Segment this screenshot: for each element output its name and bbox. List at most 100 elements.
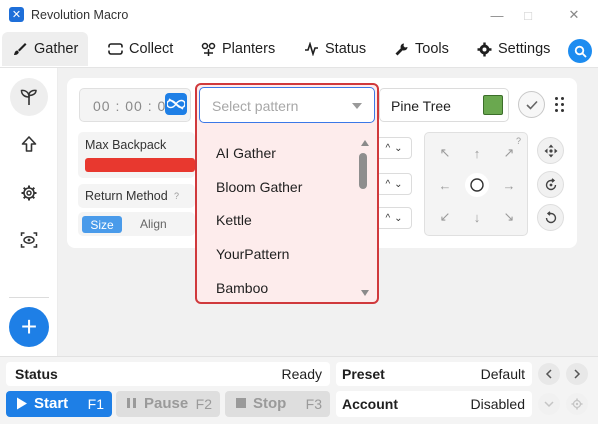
sidebar-item-settings[interactable]: [10, 174, 48, 212]
search-button[interactable]: [568, 39, 592, 63]
sidebar-item-vision[interactable]: [10, 221, 48, 259]
tab-collect[interactable]: Collect: [108, 32, 173, 66]
direction-pad: ? ↖ ↑ ↗ ← → ↙ ↓ ↘: [424, 132, 528, 236]
scroll-up-arrow[interactable]: [361, 140, 369, 146]
arrow-up-right-icon[interactable]: ↗: [501, 145, 517, 161]
chevron-right-icon: [574, 369, 581, 379]
tab-settings[interactable]: Settings: [477, 32, 550, 66]
max-backpack-panel: Max Backpack: [78, 132, 195, 178]
status-row: Status Ready: [6, 362, 330, 386]
stepper-2[interactable]: ^ ⌄: [376, 173, 412, 195]
tab-tools[interactable]: Tools: [394, 32, 449, 66]
pause-button[interactable]: Pause F2: [116, 391, 220, 417]
chevron-down-icon[interactable]: ⌄: [394, 179, 402, 190]
pattern-dropdown: Select pattern AI Gather Bloom Gather Ke…: [195, 83, 379, 304]
pattern-option[interactable]: Bamboo: [216, 280, 268, 296]
account-settings-button[interactable]: [566, 393, 588, 415]
title-bar: ✕ Revolution Macro — □ ✕: [0, 0, 598, 30]
pattern-option[interactable]: AI Gather: [216, 145, 276, 161]
start-button[interactable]: Start F1: [6, 391, 112, 417]
chevron-down-icon[interactable]: ⌄: [394, 143, 402, 154]
preset-prev-button[interactable]: [538, 363, 560, 385]
arrow-up-icon: [21, 136, 37, 152]
return-option-align[interactable]: Align: [140, 217, 167, 231]
stepper-3[interactable]: ^ ⌄: [376, 207, 412, 229]
rotate-ccw-icon: [545, 177, 556, 190]
wrench-icon: [395, 43, 408, 55]
center-button[interactable]: [465, 173, 489, 197]
arrow-up-icon[interactable]: ↑: [469, 145, 485, 161]
arrow-left-icon[interactable]: ←: [437, 177, 453, 193]
return-method-toggle: Size Align: [78, 212, 195, 236]
scroll-down-arrow[interactable]: [361, 290, 369, 296]
stop-button[interactable]: Stop F3: [225, 391, 330, 417]
preset-value[interactable]: Default: [481, 366, 525, 382]
arrow-down-left-icon[interactable]: ↙: [437, 209, 453, 225]
chevron-down-icon[interactable]: ⌄: [394, 213, 402, 224]
tab-label: Planters: [222, 41, 276, 57]
pattern-option[interactable]: YourPattern: [216, 246, 289, 262]
add-button[interactable]: +: [9, 307, 49, 347]
account-dropdown-button[interactable]: [538, 393, 560, 415]
tab-planters[interactable]: Planters: [201, 32, 275, 66]
rotate-right-button[interactable]: [537, 204, 564, 231]
tab-label: Status: [325, 41, 367, 57]
stop-hotkey: F3: [305, 396, 322, 412]
tab-label: Tools: [415, 41, 449, 57]
scrollbar-thumb[interactable]: [359, 153, 367, 189]
chevron-down-icon: [544, 401, 554, 408]
circle-icon: [470, 178, 484, 192]
window-title: Revolution Macro: [31, 8, 129, 22]
infinity-off-icon: [167, 98, 185, 110]
gear-icon: [571, 398, 583, 410]
stepper-1[interactable]: ^ ⌄: [376, 137, 412, 159]
arrow-down-icon[interactable]: ↓: [469, 209, 485, 225]
start-label: Start: [34, 395, 69, 412]
planter-icon: [201, 42, 216, 56]
chevron-down-icon: [352, 103, 362, 109]
tab-status[interactable]: Status: [304, 32, 366, 66]
account-value[interactable]: Disabled: [471, 396, 525, 412]
arrow-right-icon[interactable]: →: [501, 177, 517, 193]
pause-icon: [127, 398, 136, 408]
search-icon: [574, 45, 587, 58]
gear-icon: [477, 42, 492, 56]
pine-tree-field-icon: [483, 95, 503, 115]
tab-bar: Gather Collect Planters Status Tools Set…: [0, 30, 598, 68]
field-select[interactable]: Pine Tree: [379, 88, 509, 122]
arrow-down-right-icon[interactable]: ↘: [501, 209, 517, 225]
pattern-option[interactable]: Kettle: [216, 212, 252, 228]
infinite-toggle-button[interactable]: [165, 93, 187, 115]
drag-handle-icon[interactable]: [555, 97, 565, 113]
tab-label: Collect: [129, 41, 174, 57]
status-value: Ready: [281, 366, 322, 382]
brush-icon: [14, 43, 27, 55]
rotate-left-button[interactable]: [537, 171, 564, 198]
sidebar-item-gather[interactable]: [10, 78, 48, 116]
gear-icon: [21, 185, 37, 201]
chevron-up-icon[interactable]: ^: [385, 179, 390, 190]
pause-label: Pause: [144, 395, 189, 412]
pattern-option[interactable]: Bloom Gather: [216, 179, 302, 195]
chevron-up-icon[interactable]: ^: [385, 143, 390, 154]
preset-next-button[interactable]: [566, 363, 588, 385]
return-option-size[interactable]: Size: [82, 216, 122, 233]
ticket-icon: [108, 43, 123, 55]
chevron-up-icon[interactable]: ^: [385, 213, 390, 224]
stop-label: Stop: [253, 395, 287, 412]
minimize-button[interactable]: —: [488, 6, 506, 24]
backpack-slider[interactable]: [85, 158, 195, 172]
move-arrows-icon: [544, 144, 557, 157]
pause-hotkey: F2: [195, 396, 212, 412]
close-button[interactable]: ✕: [565, 6, 583, 24]
tab-gather[interactable]: Gather: [2, 32, 89, 66]
status-label: Status: [15, 366, 58, 382]
maximize-button[interactable]: □: [519, 6, 537, 24]
help-icon[interactable]: ?: [174, 191, 179, 201]
pattern-select-open[interactable]: Select pattern: [199, 87, 375, 123]
pattern-placeholder: Select pattern: [212, 98, 299, 114]
move-tool-button[interactable]: [537, 137, 564, 164]
confirm-button[interactable]: [518, 91, 545, 118]
sidebar-item-upgrade[interactable]: [10, 125, 48, 163]
arrow-up-left-icon[interactable]: ↖: [437, 145, 453, 161]
